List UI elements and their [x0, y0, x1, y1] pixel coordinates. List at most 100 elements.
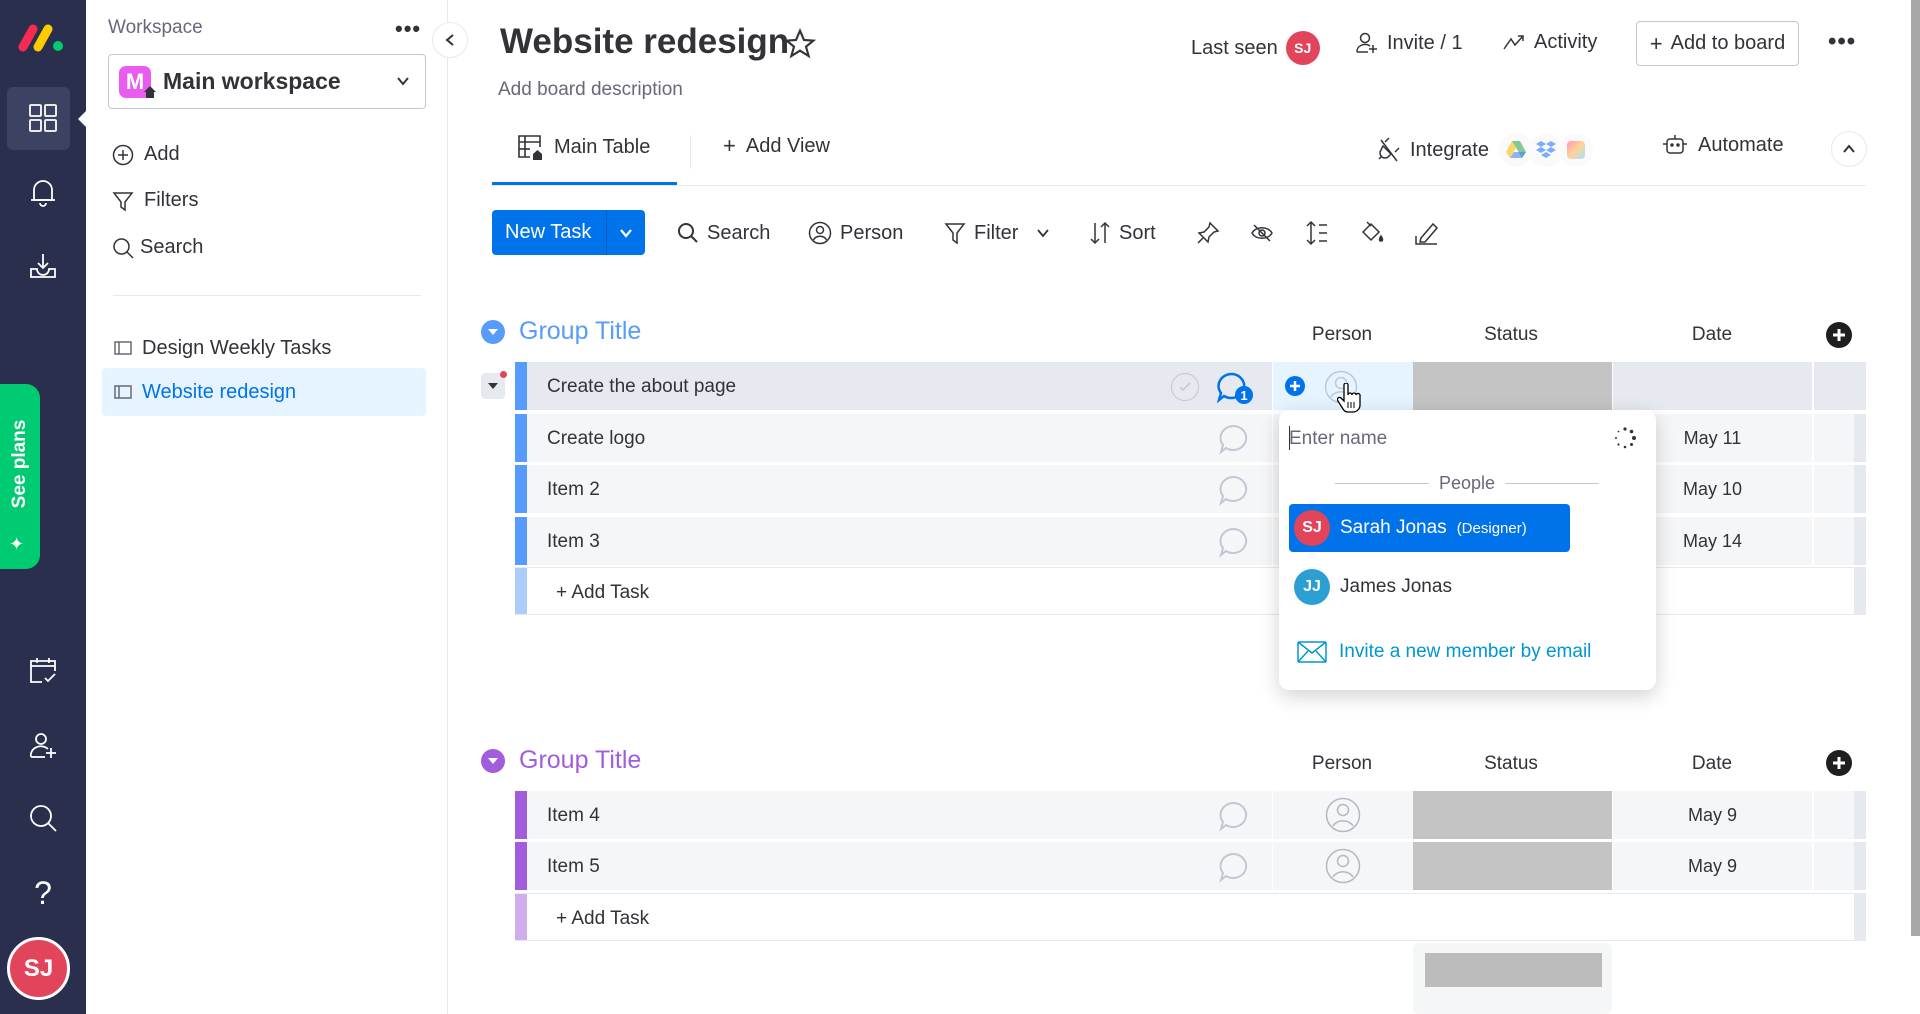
group-collapse-toggle[interactable] — [481, 749, 505, 773]
filter-button[interactable]: Filter — [944, 218, 1050, 248]
hide-icon[interactable] — [1250, 218, 1274, 248]
collapse-header-button[interactable] — [1831, 131, 1867, 167]
integrate-button[interactable]: Integrate — [1376, 133, 1593, 167]
workspace-name: Main workspace — [163, 68, 341, 94]
person-search-input[interactable] — [1289, 422, 1569, 456]
board-more-button[interactable]: ••• — [1828, 28, 1856, 56]
vertical-scrollbar[interactable] — [1911, 0, 1920, 936]
add-column-button[interactable] — [1826, 750, 1852, 776]
workspace-add-button[interactable]: Add — [112, 143, 180, 166]
column-header-person[interactable]: Person — [1312, 753, 1372, 775]
item-name[interactable]: Create logo — [547, 428, 645, 450]
item-name[interactable]: Item 3 — [547, 531, 600, 553]
last-seen[interactable]: Last seen SJ — [1191, 31, 1320, 65]
tab-main-table[interactable]: Main Table — [516, 133, 650, 161]
column-header-date[interactable]: Date — [1692, 324, 1732, 346]
check-icon[interactable] — [1171, 373, 1199, 401]
status-cell[interactable] — [1413, 362, 1612, 410]
board-label: Website redesign — [142, 380, 297, 403]
board-description[interactable]: Add board description — [498, 79, 683, 101]
add-task-input[interactable]: + Add Task — [556, 582, 649, 604]
person-option-james-jonas[interactable]: JJ James Jonas — [1289, 563, 1570, 611]
comment-bubble-icon[interactable] — [1215, 474, 1255, 508]
person-cell[interactable] — [1272, 842, 1413, 890]
edit-icon[interactable] — [1413, 218, 1439, 248]
inbox-download-icon[interactable] — [22, 245, 64, 287]
comment-bubble-icon[interactable]: 1 — [1215, 371, 1255, 405]
date-cell[interactable]: May 9 — [1612, 791, 1812, 839]
help-icon[interactable]: ? — [22, 872, 64, 914]
group-title[interactable]: Group Title — [519, 746, 641, 775]
status-cell[interactable] — [1413, 842, 1612, 890]
column-header-status[interactable]: Status — [1484, 324, 1538, 346]
item-name[interactable]: Create the about page — [547, 376, 736, 398]
new-task-button[interactable]: New Task — [492, 210, 645, 255]
add-person-icon[interactable] — [1285, 376, 1305, 396]
board-title[interactable]: Website redesign — [500, 22, 789, 62]
table-row[interactable]: Item 2 May 10 — [515, 465, 1866, 513]
column-header-status[interactable]: Status — [1484, 753, 1538, 775]
invite-by-email-link[interactable]: Invite a new member by email — [1297, 641, 1591, 663]
sort-button[interactable]: Sort — [1089, 218, 1156, 248]
person-cell[interactable] — [1272, 791, 1413, 839]
plus-icon: + — [1649, 30, 1663, 56]
add-view-button[interactable]: + Add View — [723, 133, 830, 159]
comment-bubble-icon[interactable] — [1215, 423, 1255, 457]
group-title[interactable]: Group Title — [519, 317, 641, 346]
group-collapse-toggle[interactable] — [481, 320, 505, 344]
collapse-panel-button[interactable] — [432, 22, 468, 58]
date-cell[interactable]: May 9 — [1612, 842, 1812, 890]
user-avatar[interactable]: SJ — [7, 937, 70, 1000]
board-item-website-redesign[interactable]: Website redesign — [102, 368, 426, 416]
search-icon[interactable] — [22, 797, 64, 839]
person-filter-button[interactable]: Person — [808, 218, 903, 248]
table-row[interactable]: Item 3 May 14 — [515, 517, 1866, 565]
comment-bubble-icon[interactable] — [1215, 851, 1255, 885]
see-plans-button[interactable]: See plans ✦ — [0, 384, 40, 569]
item-name[interactable]: Item 2 — [547, 479, 600, 501]
workspace-search-button[interactable]: Search — [112, 236, 203, 259]
invite-button[interactable]: Invite / 1 — [1355, 31, 1463, 55]
table-row[interactable]: Item 5 May 9 — [515, 842, 1866, 890]
item-name[interactable]: Item 4 — [547, 805, 600, 827]
workspace-filters-button[interactable]: Filters — [112, 189, 198, 212]
comment-bubble-icon[interactable] — [1215, 800, 1255, 834]
row-menu-button[interactable] — [481, 371, 507, 399]
add-task-input[interactable]: + Add Task — [556, 908, 649, 930]
workspace-more-button[interactable]: ••• — [395, 16, 421, 42]
star-icon[interactable] — [784, 28, 816, 60]
table-row[interactable]: Create the about page 1 — [515, 362, 1866, 410]
column-header-person[interactable]: Person — [1312, 324, 1372, 346]
invite-user-icon[interactable] — [22, 724, 64, 766]
chevron-down-icon — [395, 73, 411, 89]
item-name[interactable]: Item 5 — [547, 856, 600, 878]
pin-icon[interactable] — [1196, 218, 1220, 248]
table-row[interactable]: Create logo May 11 — [515, 414, 1866, 462]
add-task-row[interactable]: + Add Task — [515, 567, 1866, 615]
row-height-icon[interactable] — [1305, 218, 1329, 248]
status-cell[interactable] — [1413, 791, 1612, 839]
add-to-board-button[interactable]: + Add to board — [1636, 21, 1799, 66]
plus-icon: + — [723, 133, 736, 158]
chevron-down-icon[interactable] — [1036, 228, 1050, 238]
workspace-selector[interactable]: M Main workspace — [108, 54, 426, 109]
add-column-button[interactable] — [1826, 322, 1852, 348]
calendar-check-icon[interactable] — [22, 649, 64, 691]
divider — [1505, 483, 1599, 484]
extra-cell — [1812, 842, 1866, 890]
add-task-row[interactable]: + Add Task — [515, 893, 1866, 941]
board-item-design-weekly-tasks[interactable]: Design Weekly Tasks — [102, 324, 426, 372]
automate-button[interactable]: Automate — [1662, 133, 1784, 157]
color-fill-icon[interactable] — [1359, 218, 1385, 248]
date-cell[interactable] — [1612, 362, 1812, 410]
column-header-date[interactable]: Date — [1692, 753, 1732, 775]
table-row[interactable]: Item 4 May 9 — [515, 791, 1866, 839]
apps-grid-icon[interactable] — [22, 97, 64, 139]
activity-button[interactable]: Activity — [1502, 31, 1597, 54]
monday-logo-icon[interactable] — [18, 22, 66, 52]
search-button[interactable]: Search — [677, 218, 770, 248]
comment-bubble-icon[interactable] — [1215, 526, 1255, 560]
bell-icon[interactable] — [22, 171, 64, 213]
chevron-down-icon[interactable] — [607, 228, 645, 238]
person-option-sarah-jonas[interactable]: SJ Sarah Jonas (Designer) — [1289, 504, 1570, 552]
